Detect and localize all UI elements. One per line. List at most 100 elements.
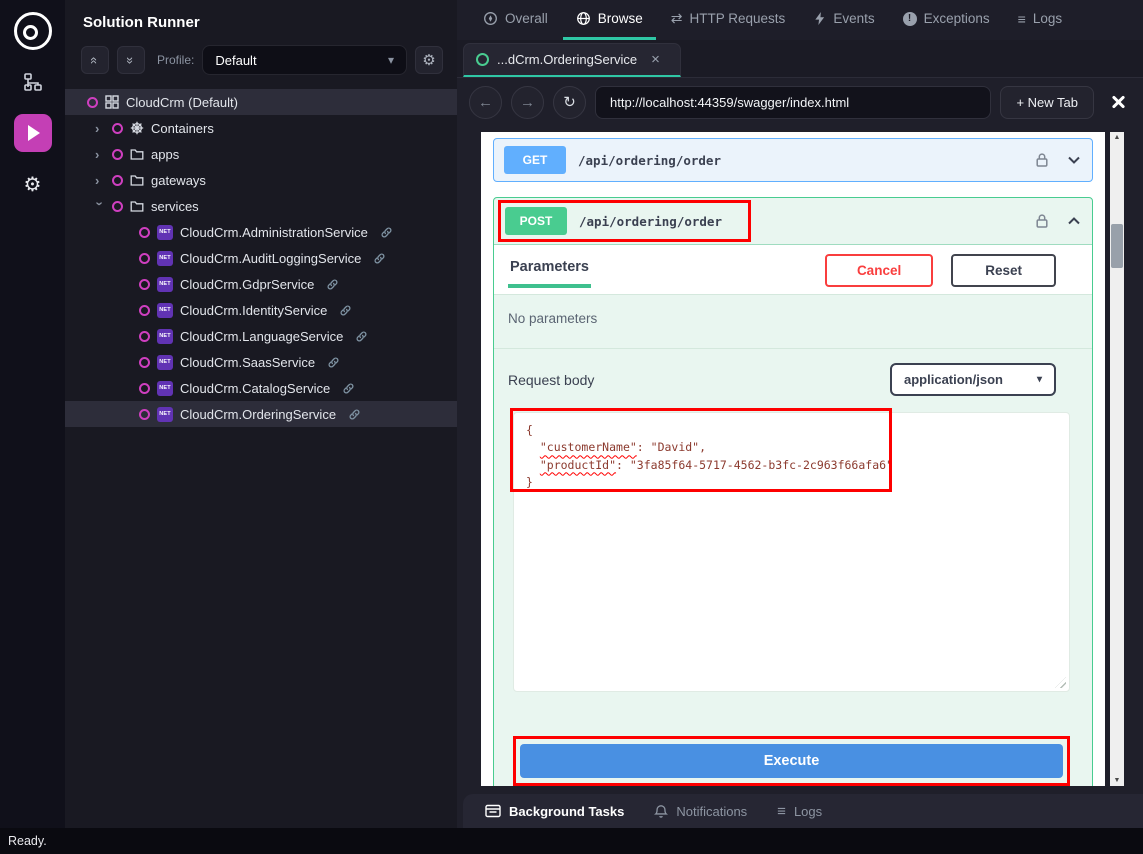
bell-icon (654, 804, 668, 819)
bottom-item-label: Logs (794, 804, 822, 819)
play-icon (28, 125, 40, 141)
tab-exceptions[interactable]: ! Exceptions (890, 0, 1003, 40)
tree-services-list: NET CloudCrm.AdministrationService NET C… (65, 219, 457, 427)
reset-button[interactable]: Reset (951, 254, 1056, 287)
forward-icon: → (520, 94, 535, 111)
annotation-box-post: POST /api/ordering/order (498, 200, 751, 242)
tree-service-item[interactable]: NET CloudCrm.GdprService (65, 271, 457, 297)
scroll-down-icon[interactable]: ▼ (1114, 777, 1121, 784)
collapse-all-button[interactable]: « (81, 46, 109, 74)
opblock-post-header[interactable]: POST /api/ordering/order (494, 198, 1092, 245)
notifications-button[interactable]: Notifications (654, 804, 747, 819)
bottom-item-label: Background Tasks (509, 804, 624, 819)
scrollbar-thumb[interactable] (1111, 224, 1123, 268)
logs-icon: ≡ (777, 803, 786, 820)
forward-button[interactable]: → (511, 86, 544, 119)
expand-all-icon: » (123, 56, 138, 63)
tab-label: HTTP Requests (690, 11, 786, 26)
tree-root-cloudcrm[interactable]: CloudCrm (Default) (65, 89, 457, 115)
resize-grip[interactable] (1055, 677, 1066, 688)
dotnet-icon: NET (157, 355, 173, 370)
link-icon (342, 382, 355, 395)
arrows-swap-icon: ⇄ (671, 10, 683, 27)
url-input[interactable]: http://localhost:44359/swagger/index.htm… (595, 86, 991, 119)
tree-folder-apps[interactable]: › apps (65, 141, 457, 167)
tree-folder-containers[interactable]: › Containers (65, 115, 457, 141)
content-type-select[interactable]: application/json ▾ (890, 363, 1056, 396)
chevron-up-icon[interactable] (1066, 213, 1082, 229)
scrollbar-track[interactable]: ▲ ▼ (1110, 132, 1124, 786)
tab-overall[interactable]: Overall (470, 0, 561, 40)
request-body-editor[interactable]: { "customerName": "David", "productId": … (513, 412, 1070, 692)
back-button[interactable]: ← (469, 86, 502, 119)
profile-label: Profile: (157, 53, 194, 67)
tree-service-label: CloudCrm.IdentityService (180, 303, 327, 318)
tree-service-item[interactable]: NET CloudCrm.IdentityService (65, 297, 457, 323)
chevron-down-icon[interactable] (1066, 152, 1082, 168)
browser-tab-title: ...dCrm.OrderingService (497, 52, 637, 67)
opblock-get-header[interactable]: GET /api/ordering/order (494, 139, 1092, 181)
cancel-button[interactable]: Cancel (825, 254, 933, 287)
swagger-viewport: GET /api/ordering/order (481, 132, 1124, 786)
operation-path: /api/ordering/order (578, 153, 721, 168)
background-tasks-button[interactable]: Background Tasks (485, 804, 624, 819)
globe-icon (576, 11, 591, 26)
tree-service-item[interactable]: NET CloudCrm.AuditLoggingService (65, 245, 457, 271)
tab-events[interactable]: Events (800, 0, 887, 40)
tab-browse[interactable]: Browse (563, 0, 656, 40)
status-ring-icon (112, 149, 123, 160)
tab-http-requests[interactable]: ⇄ HTTP Requests (658, 0, 799, 40)
status-ring-icon (139, 253, 150, 264)
tools-icon[interactable] (1109, 93, 1127, 111)
chevron-down-icon: ▾ (388, 53, 394, 67)
folder-icon (130, 147, 144, 161)
new-tab-button[interactable]: + New Tab (1000, 86, 1094, 119)
scroll-up-icon[interactable]: ▲ (1114, 134, 1121, 141)
no-parameters-text: No parameters (494, 294, 1092, 349)
operation-path: /api/ordering/order (579, 214, 722, 229)
tab-label: Logs (1033, 11, 1062, 26)
compass-icon (483, 11, 498, 26)
tree-service-item[interactable]: NET CloudCrm.SaasService (65, 349, 457, 375)
tree-service-item[interactable]: NET CloudCrm.CatalogService (65, 375, 457, 401)
browser-tab-orderingservice[interactable]: ...dCrm.OrderingService × (463, 43, 681, 77)
folder-icon (130, 199, 144, 213)
hierarchy-view-button[interactable] (14, 63, 52, 101)
settings-button[interactable]: ⚙ (14, 165, 52, 203)
run-button[interactable] (14, 114, 52, 152)
status-ring-icon (139, 279, 150, 290)
request-body-label: Request body (508, 372, 594, 388)
tree-service-item[interactable]: NET CloudCrm.LanguageService (65, 323, 457, 349)
execute-button[interactable]: Execute (520, 744, 1063, 778)
lock-icon[interactable] (1034, 213, 1050, 229)
profile-settings-button[interactable]: ⚙ (415, 46, 443, 74)
refresh-button[interactable]: ↻ (553, 86, 586, 119)
expand-all-button[interactable]: » (117, 46, 145, 74)
tree-folder-services[interactable]: › services (65, 193, 457, 219)
link-icon (348, 408, 361, 421)
tree-folder-label: services (151, 199, 199, 214)
tab-logs[interactable]: ≡ Logs (1005, 0, 1075, 40)
status-ring-icon (139, 409, 150, 420)
request-body-json[interactable]: { "customerName": "David", "productId": … (526, 422, 1057, 491)
tree-folder-gateways[interactable]: › gateways (65, 167, 457, 193)
profile-select[interactable]: Default ▾ (202, 45, 407, 75)
tab-label: Overall (505, 11, 548, 26)
chevron-down-icon: › (93, 201, 108, 211)
top-tab-strip: Overall Browse ⇄ HTTP Requests Event (457, 0, 1143, 40)
tree-service-label: CloudCrm.AuditLoggingService (180, 251, 361, 266)
tree-folder-label: Containers (151, 121, 214, 136)
logs-icon: ≡ (1018, 11, 1026, 27)
tree-service-item[interactable]: NET CloudCrm.OrderingService (65, 401, 457, 427)
browser-tab-strip: ...dCrm.OrderingService × (457, 40, 1143, 78)
status-ring-icon (112, 175, 123, 186)
close-tab-icon[interactable]: × (651, 51, 660, 68)
collapse-all-icon: « (87, 56, 102, 63)
hierarchy-icon (22, 71, 44, 93)
tree-service-item[interactable]: NET CloudCrm.AdministrationService (65, 219, 457, 245)
request-body-editor-zone: { "customerName": "David", "productId": … (513, 412, 1070, 692)
lock-icon[interactable] (1034, 152, 1050, 168)
logs-button[interactable]: ≡ Logs (777, 803, 822, 820)
gear-icon: ⚙ (422, 51, 435, 69)
content-type-value: application/json (904, 372, 1003, 387)
